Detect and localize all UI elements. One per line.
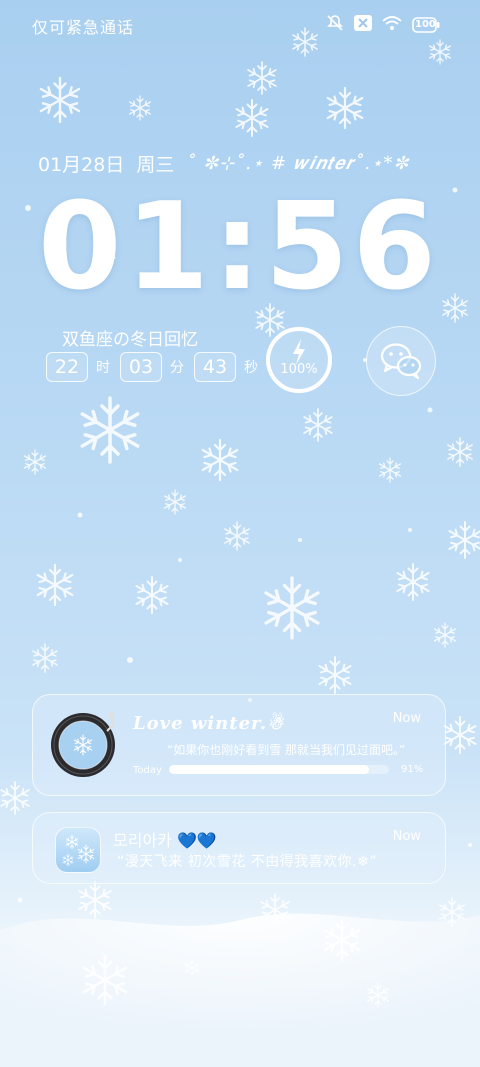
snowflake-icon (62, 834, 95, 867)
no-sim-icon (354, 15, 372, 35)
countdown-hours: 22 (46, 352, 88, 382)
notification-time: Now (392, 711, 421, 726)
app-icon (55, 827, 101, 873)
countdown-minutes: 03 (120, 352, 162, 382)
message-body: “漫天飞来 初次雪花 不由得我喜欢你.❄” (117, 854, 378, 870)
date-row: 01月28日 周三 ˚ ✼⊹˚.⋆ # 𝒘𝒊𝒏𝒕𝒆𝒓˚.⋆*✼ (38, 150, 409, 177)
wifi-icon (382, 15, 402, 35)
memory-title: 双鱼座の冬日回忆 (62, 330, 198, 350)
mute-icon (326, 14, 344, 36)
wechat-shortcut-button[interactable] (366, 326, 436, 396)
progress-label: Today (133, 765, 162, 776)
winter-deco-text: ˚ ✼⊹˚.⋆ # 𝒘𝒊𝒏𝒕𝒆𝒓˚.⋆*✼ (186, 153, 410, 174)
progress-bar (169, 765, 389, 774)
message-notification-card[interactable]: 모리아카 💙💙 Now “漫天飞来 初次雪花 不由得我喜欢你.❄” (32, 812, 446, 884)
countdown-widget: 22 时 03 分 43 秒 (46, 352, 264, 382)
seconds-unit: 秒 (244, 360, 258, 376)
battery-widget (266, 327, 332, 393)
notification-time: Now (392, 829, 421, 844)
love-winter-title: Love winter.☃ (133, 713, 285, 734)
notification-quote: “如果你也刚好看到雪 那就当我们见过面吧。” (167, 743, 406, 757)
battery-percent-label: 100% (280, 362, 318, 377)
wechat-icon (380, 342, 421, 379)
minutes-unit: 分 (170, 360, 184, 376)
sender-name: 모리아카 💙💙 (113, 831, 217, 850)
weekday-text: 周三 (136, 154, 175, 176)
hours-unit: 时 (96, 360, 110, 376)
status-bar: 仅可紧急通话 100 (0, 0, 480, 50)
vinyl-disc-icon (51, 712, 115, 777)
progress-percent: 91% (401, 764, 424, 775)
countdown-seconds: 43 (194, 352, 236, 382)
music-notification-card[interactable]: Love winter.☃ Now “如果你也刚好看到雪 那就当我们见过面吧。”… (32, 694, 446, 796)
status-icons: 100 (326, 14, 440, 36)
progress-fill (169, 765, 370, 774)
emergency-calls-only-text: 仅可紧急通话 (32, 18, 135, 37)
clock-time[interactable]: 01:56 (38, 178, 440, 318)
date-text: 01月28日 (38, 154, 125, 176)
battery-level-text: 100 (415, 19, 436, 30)
battery-icon: 100 (412, 17, 440, 33)
